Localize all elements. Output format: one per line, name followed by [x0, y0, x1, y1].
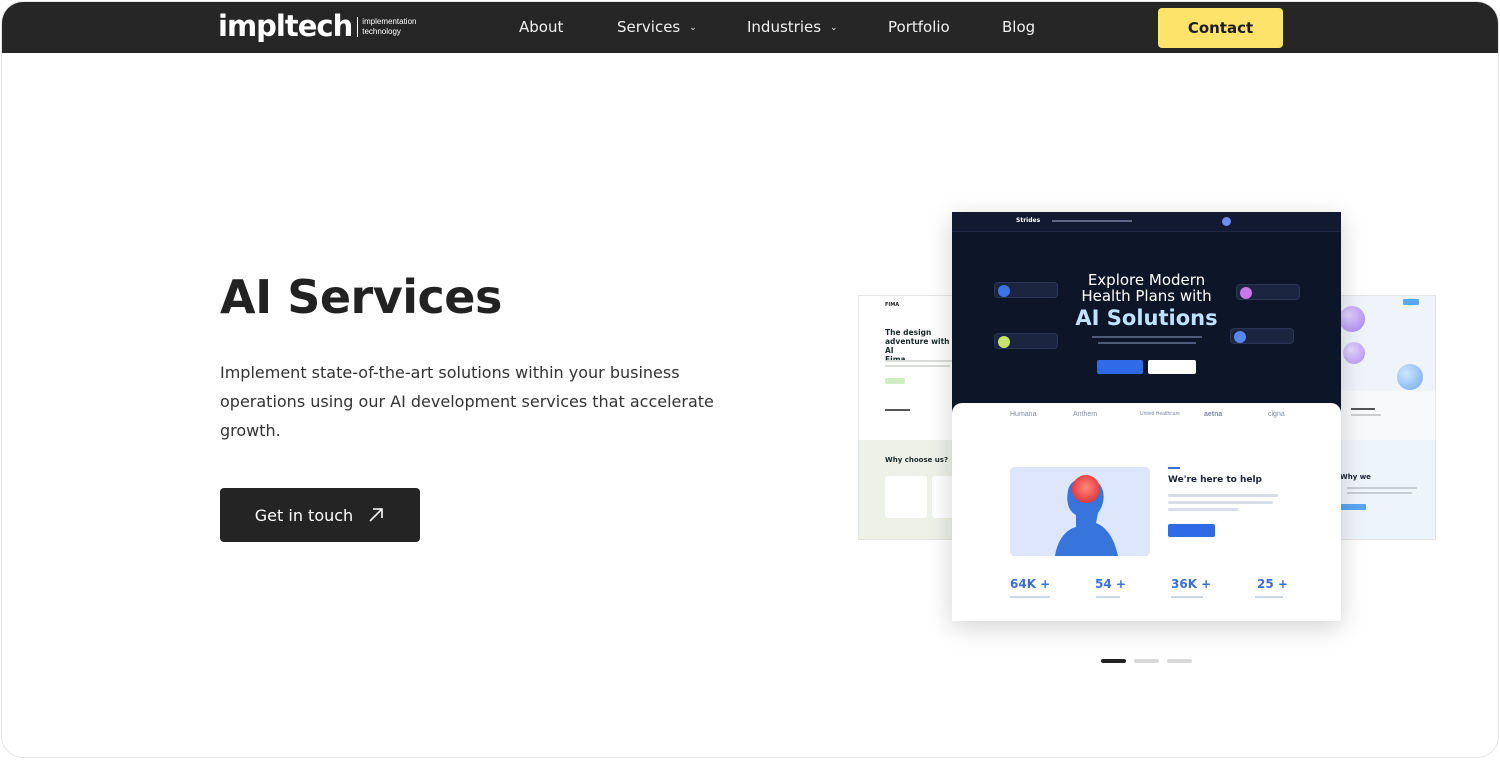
- nav-item-label: Portfolio: [888, 18, 950, 36]
- decorative-sphere: [1397, 364, 1423, 390]
- fima-title-line1: The design: [885, 328, 932, 337]
- strides-navbar: Strides: [952, 212, 1341, 232]
- showcase-slide-fima[interactable]: FIMA The design adventure with AI Fima W…: [858, 295, 958, 540]
- get-in-touch-button[interactable]: Get in touch: [220, 488, 420, 542]
- card-dot: [1240, 287, 1252, 299]
- page-title: AI Services: [220, 270, 502, 324]
- card-dot: [1234, 331, 1246, 343]
- stat-value: 25 +: [1257, 577, 1288, 591]
- strides-hero-accent: AI Solutions: [1075, 306, 1218, 330]
- showcase-slide-strides[interactable]: Strides Explore Modern Health Plans with…: [952, 212, 1341, 621]
- right-mock-button: [1403, 299, 1419, 305]
- nav-item-blog[interactable]: Blog: [1002, 18, 1035, 36]
- stat-caption: [1171, 596, 1203, 598]
- partner-logo: cigna: [1268, 411, 1285, 418]
- right-mock-section-title: Why we: [1340, 473, 1371, 481]
- carousel-dot-1[interactable]: [1101, 659, 1126, 663]
- strides-hero-line2: Health Plans with: [1081, 287, 1212, 305]
- fima-title-line2: adventure with AI: [885, 337, 950, 355]
- strides-lower-section: Humana Anthem United Healthcare aetna ci…: [952, 403, 1341, 621]
- stat-caption: [1255, 596, 1283, 598]
- carousel-dot-3[interactable]: [1167, 659, 1192, 663]
- help-title: We're here to help: [1168, 475, 1262, 485]
- strides-nav-links: [1052, 220, 1132, 222]
- page-frame: impltech implementation technology About…: [1, 1, 1499, 758]
- chevron-down-icon: ⌄: [689, 23, 697, 33]
- strides-primary-button: [1097, 360, 1143, 374]
- nav-item-services[interactable]: Services ⌄: [617, 18, 697, 36]
- carousel-pagination: [1101, 659, 1192, 663]
- nav-item-about[interactable]: About: [519, 18, 563, 36]
- avatar: [1222, 217, 1231, 226]
- fima-section-title: Why choose us?: [885, 456, 949, 464]
- hero-description: Implement state-of-the-art solutions wit…: [220, 363, 714, 440]
- placeholder-line: [1351, 414, 1381, 416]
- fima-title: The design adventure with AI Fima: [885, 328, 957, 364]
- strides-google-button: [1148, 360, 1196, 374]
- partner-logo: Humana: [1010, 411, 1037, 418]
- contact-button[interactable]: Contact: [1158, 8, 1283, 48]
- card-dot: [998, 285, 1010, 297]
- stat-caption: [1096, 596, 1120, 598]
- fima-cta: [885, 378, 905, 384]
- placeholder-line: [885, 360, 955, 362]
- decorative-sphere: [1343, 342, 1365, 364]
- stat-value: 36K +: [1171, 577, 1212, 591]
- nav-item-industries[interactable]: Industries ⌄: [747, 18, 838, 36]
- nav-item-portfolio[interactable]: Portfolio: [888, 18, 950, 36]
- nav-item-label: Services: [617, 18, 681, 36]
- placeholder-line: [885, 365, 950, 367]
- chevron-down-icon: ⌄: [830, 23, 838, 33]
- stat-value: 64K +: [1010, 577, 1051, 591]
- placeholder-line: [1092, 336, 1202, 338]
- fima-card: [885, 476, 927, 518]
- right-mock-cta: [1340, 504, 1366, 510]
- decorative-sphere: [1339, 306, 1365, 332]
- placeholder-line: [1347, 492, 1412, 494]
- strides-brand: Strides: [1016, 217, 1041, 224]
- placeholder-line: [1098, 342, 1196, 344]
- placeholder-line: [1351, 408, 1375, 410]
- showcase-slide-right[interactable]: Why we: [1336, 295, 1436, 540]
- fima-brand: FIMA: [885, 302, 900, 308]
- stat-caption: [1010, 596, 1050, 598]
- card-dot: [998, 336, 1010, 348]
- partner-logo: United Healthcare: [1140, 411, 1181, 417]
- stat-value: 54 +: [1095, 577, 1126, 591]
- partner-logo: Anthem: [1073, 411, 1098, 418]
- arrow-up-right-icon: [369, 508, 384, 522]
- nav-item-label: About: [519, 18, 564, 36]
- get-started-button: [1168, 524, 1215, 537]
- floating-card: [1236, 284, 1300, 300]
- placeholder-line: [1168, 494, 1278, 497]
- carousel-dot-2[interactable]: [1134, 659, 1159, 663]
- placeholder-line: [1347, 487, 1417, 489]
- brain-scan-illustration: [1055, 475, 1118, 556]
- nav-item-label: Industries: [747, 18, 822, 36]
- top-navbar: impltech implementation technology About…: [2, 2, 1498, 53]
- placeholder-line: [1168, 508, 1238, 511]
- placeholder-line: [1168, 501, 1273, 504]
- brain-scan-image: [1010, 467, 1150, 556]
- partner-logo: aetna: [1204, 411, 1223, 418]
- floating-card: [994, 333, 1058, 349]
- right-mock-lower: Why we: [1337, 440, 1435, 539]
- fima-progress: [885, 409, 910, 411]
- fima-lower-section: Why choose us?: [859, 440, 957, 539]
- nav-item-label: Blog: [1002, 18, 1036, 36]
- right-mock-hero: [1337, 296, 1435, 391]
- floating-card: [1230, 328, 1294, 344]
- floating-card: [994, 282, 1058, 298]
- eyebrow-line: [1168, 467, 1180, 469]
- cta-label: Get in touch: [254, 505, 354, 525]
